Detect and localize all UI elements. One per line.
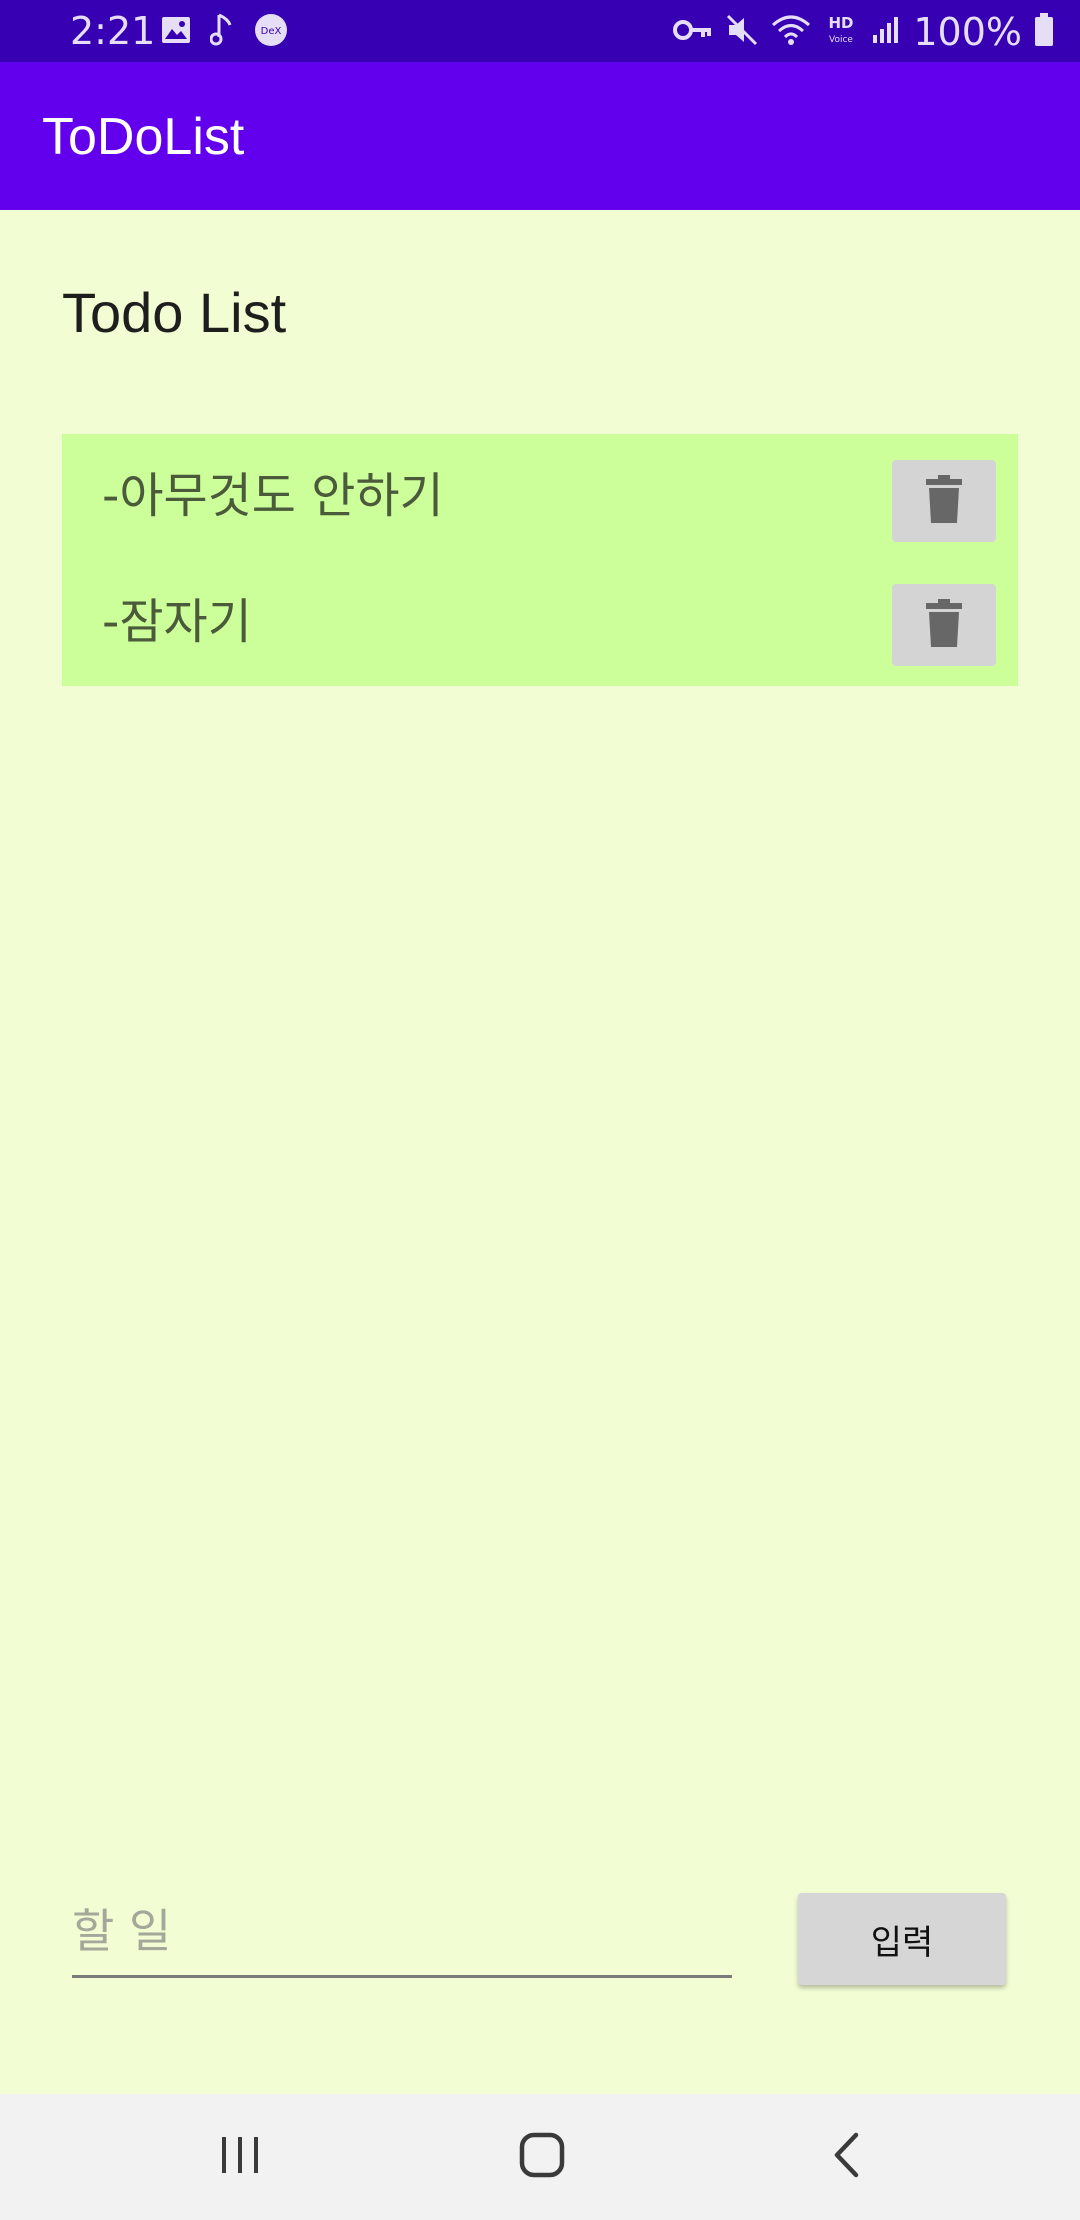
status-time: 2:21 bbox=[70, 9, 156, 53]
trash-icon bbox=[926, 475, 962, 527]
dex-label: DeX bbox=[261, 26, 282, 37]
back-icon bbox=[831, 2132, 861, 2182]
trash-icon bbox=[926, 599, 962, 651]
wifi-icon bbox=[771, 13, 811, 51]
app-title: ToDoList bbox=[42, 108, 245, 166]
todo-input[interactable] bbox=[72, 1888, 732, 1974]
signal-icon bbox=[871, 15, 901, 49]
music-note-icon bbox=[209, 13, 236, 51]
delete-button[interactable] bbox=[892, 584, 996, 666]
page-title: Todo List bbox=[62, 281, 287, 344]
battery-icon bbox=[1034, 13, 1054, 51]
recent-apps-button[interactable] bbox=[180, 2122, 300, 2192]
app-bar: ToDoList bbox=[0, 62, 1080, 210]
todo-item-text: -잠자기 bbox=[102, 594, 252, 650]
vpn-key-icon bbox=[673, 17, 713, 47]
navigation-bar bbox=[0, 2094, 1080, 2220]
image-icon bbox=[160, 14, 192, 50]
status-notification-icons: DeX bbox=[160, 13, 288, 51]
status-system-icons: HD Voice 100% bbox=[673, 10, 1054, 54]
hd-voice-icon: HD Voice bbox=[823, 13, 859, 51]
voice-label: Voice bbox=[829, 35, 853, 45]
home-button[interactable] bbox=[482, 2122, 602, 2192]
dex-icon: DeX bbox=[254, 13, 288, 51]
back-button[interactable] bbox=[786, 2122, 906, 2192]
todo-item: -잠자기 bbox=[62, 560, 1018, 686]
todo-item: -아무것도 안하기 bbox=[62, 434, 1018, 560]
battery-percent: 100% bbox=[913, 10, 1022, 54]
submit-button[interactable]: 입력 bbox=[798, 1893, 1006, 1985]
recent-apps-icon bbox=[218, 2135, 262, 2179]
mute-icon bbox=[725, 13, 759, 51]
status-bar: 2:21 DeX HD Voice 100% bbox=[0, 0, 1080, 62]
todo-input-field bbox=[72, 1888, 732, 1978]
hd-label: HD bbox=[829, 14, 854, 32]
home-icon bbox=[519, 2132, 565, 2182]
delete-button[interactable] bbox=[892, 460, 996, 542]
todo-list: -아무것도 안하기 -잠자기 bbox=[62, 434, 1018, 686]
todo-item-text: -아무것도 안하기 bbox=[102, 468, 444, 524]
